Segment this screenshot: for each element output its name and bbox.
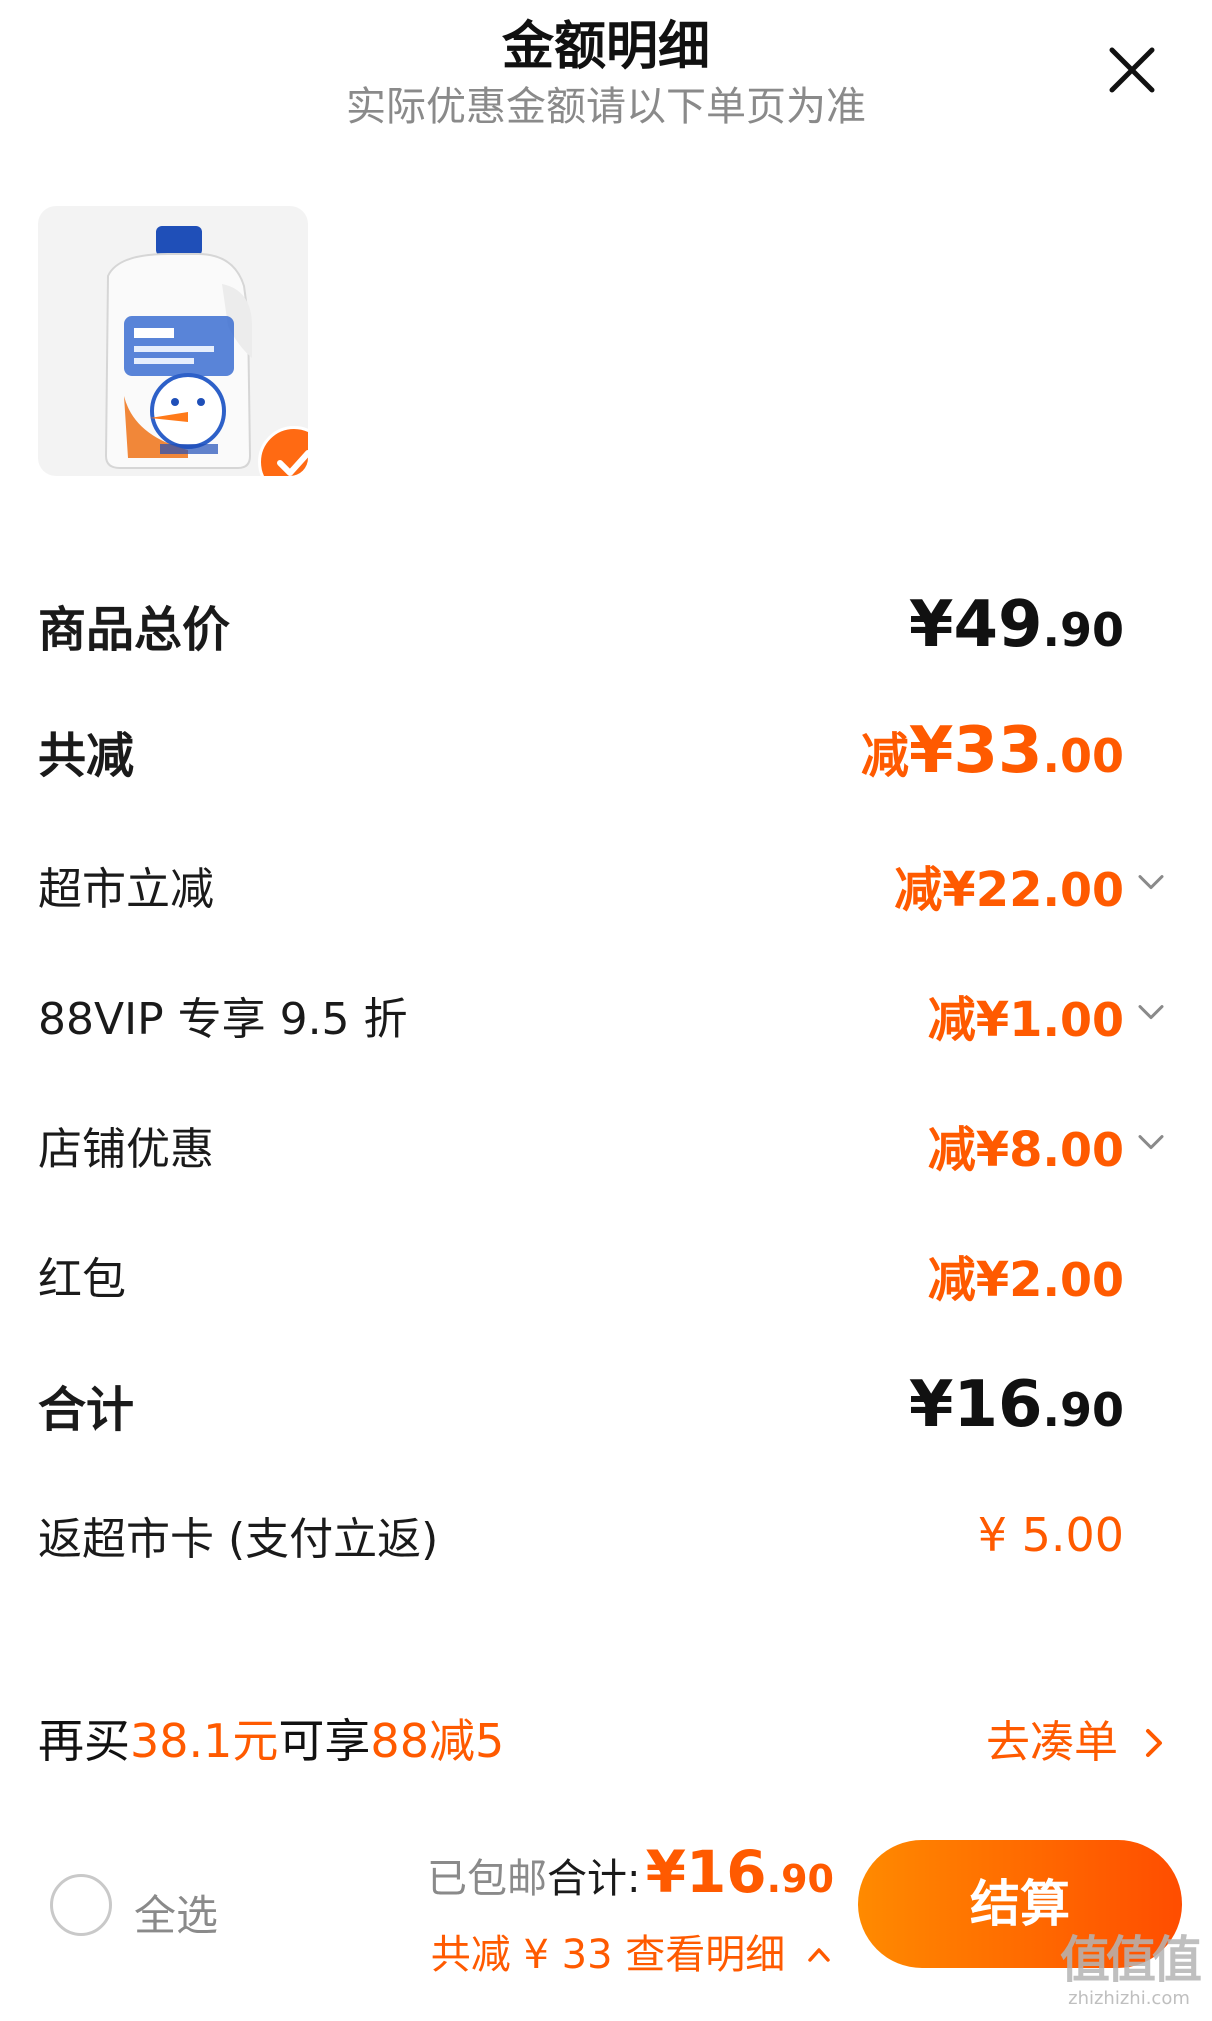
page-subtitle: 实际优惠金额请以下单页为准 — [346, 84, 866, 130]
discount-item-amount: 减¥8.00 — [928, 1110, 1124, 1180]
header: 金额明细 实际优惠金额请以下单页为准 — [0, 0, 1212, 150]
shipping-status: 已包邮 — [427, 1856, 548, 1902]
discount-item-supermarket[interactable]: 超市立减 减¥22.00 — [38, 840, 1168, 930]
discount-item-amount: 减¥2.00 — [928, 1240, 1124, 1310]
discount-total-amount: 减¥33.00 — [861, 714, 1124, 788]
discount-item-88vip[interactable]: 88VIP 专享 9.5 折 减¥1.00 — [38, 970, 1168, 1060]
close-button[interactable] — [1102, 40, 1162, 100]
total-amount: ¥16.90 — [909, 1368, 1124, 1442]
discount-item-cents: .00 — [1042, 863, 1125, 917]
rebate-row: 返超市卡 (支付立返) ¥ 5.00 — [38, 1490, 1168, 1580]
discount-item-yuan: ¥22 — [942, 862, 1043, 918]
promo-text: 再买38.1元可享88减5 — [38, 1705, 504, 1771]
subtotal-row: 商品总价 ¥49.90 — [38, 580, 1168, 670]
select-all-label[interactable]: 全选 — [134, 1882, 218, 1943]
close-icon — [1109, 47, 1155, 93]
add-items-link[interactable]: 去凑单 — [986, 1706, 1168, 1770]
total-yuan: ¥16 — [908, 1368, 1043, 1442]
saved-text: 共减 ¥ 33 查看明细 — [430, 1932, 786, 1978]
bottom-total-label: 合计: — [547, 1856, 641, 1902]
chevron-down-icon[interactable] — [1134, 1125, 1168, 1159]
discount-item-red-packet: 红包 减¥2.00 — [38, 1230, 1168, 1320]
total-label: 合计 — [38, 1382, 135, 1438]
discount-total-yuan: ¥33 — [908, 714, 1043, 788]
subtotal-amount: ¥49.90 — [909, 588, 1124, 662]
chevron-down-icon[interactable] — [1134, 865, 1168, 899]
discount-item-yuan: ¥2 — [975, 1252, 1043, 1308]
promo-amount: 38.1元 — [130, 1714, 279, 1768]
promo-text-1: 再买 — [38, 1714, 130, 1768]
check-icon — [277, 450, 308, 476]
discount-total-cents: .00 — [1042, 729, 1125, 783]
promo-deal: 88减5 — [370, 1714, 505, 1768]
discount-item-cents: .00 — [1042, 993, 1125, 1047]
chevron-right-icon — [1146, 1729, 1162, 1757]
discount-item-prefix: 减 — [927, 992, 976, 1048]
add-items-label: 去凑单 — [986, 1717, 1118, 1768]
discount-item-amount: 减¥1.00 — [928, 980, 1124, 1050]
discount-total-row: 共减 减¥33.00 — [38, 706, 1168, 796]
product-thumbnail[interactable] — [38, 206, 308, 476]
discount-item-yuan: ¥1 — [975, 992, 1043, 1048]
discount-item-label: 店铺优惠 — [38, 1124, 214, 1175]
bottom-total-cents: .90 — [766, 1857, 834, 1901]
subtotal-label: 商品总价 — [38, 602, 231, 658]
chevron-up-icon — [808, 1948, 830, 1962]
discount-item-label: 88VIP 专享 9.5 折 — [38, 994, 408, 1045]
page-title: 金额明细 — [501, 17, 710, 77]
watermark: 值值值 zhizhizhi.com — [1060, 1920, 1202, 2009]
total-row: 合计 ¥16.90 — [38, 1360, 1168, 1450]
discount-item-store[interactable]: 店铺优惠 减¥8.00 — [38, 1100, 1168, 1190]
rebate-value: ¥ 5.00 — [977, 1508, 1124, 1562]
discount-total-label: 共减 — [38, 728, 135, 784]
discount-item-prefix: 减 — [927, 1122, 976, 1178]
discount-item-label: 红包 — [38, 1254, 126, 1305]
bottom-total-yuan: ¥16 — [645, 1838, 767, 1906]
chevron-down-icon[interactable] — [1134, 995, 1168, 1029]
discount-item-amount: 减¥22.00 — [894, 850, 1124, 920]
watermark-url: zhizhizhi.com — [1068, 1988, 1190, 2009]
bottom-total: 已包邮合计: ¥16.90 — [427, 1838, 834, 1906]
bottom-bar: 全选 已包邮合计: ¥16.90 共减 ¥ 33 查看明细 结算 — [0, 1820, 1212, 2021]
watermark-logo: 值值值 — [1060, 1931, 1202, 1989]
subtotal-cents: .90 — [1042, 603, 1125, 657]
discount-total-prefix: 减 — [860, 728, 909, 784]
promo-bar: 再买38.1元可享88减5 去凑单 — [38, 1698, 1168, 1778]
discount-item-prefix: 减 — [894, 862, 943, 918]
discount-item-label: 超市立减 — [38, 864, 214, 915]
rebate-amount: ¥ 5.00 — [978, 1508, 1124, 1562]
rebate-label: 返超市卡 (支付立返) — [38, 1514, 439, 1565]
select-all-radio[interactable] — [50, 1874, 112, 1936]
subtotal-yuan: ¥49 — [908, 588, 1043, 662]
view-details-link[interactable]: 共减 ¥ 33 查看明细 — [431, 1922, 834, 1980]
selected-check[interactable] — [258, 426, 308, 476]
total-cents: .90 — [1042, 1383, 1125, 1437]
discount-item-yuan: ¥8 — [975, 1122, 1043, 1178]
discount-item-cents: .00 — [1042, 1253, 1125, 1307]
promo-text-2: 可享 — [278, 1714, 371, 1768]
discount-item-cents: .00 — [1042, 1123, 1125, 1177]
discount-item-prefix: 减 — [927, 1252, 976, 1308]
